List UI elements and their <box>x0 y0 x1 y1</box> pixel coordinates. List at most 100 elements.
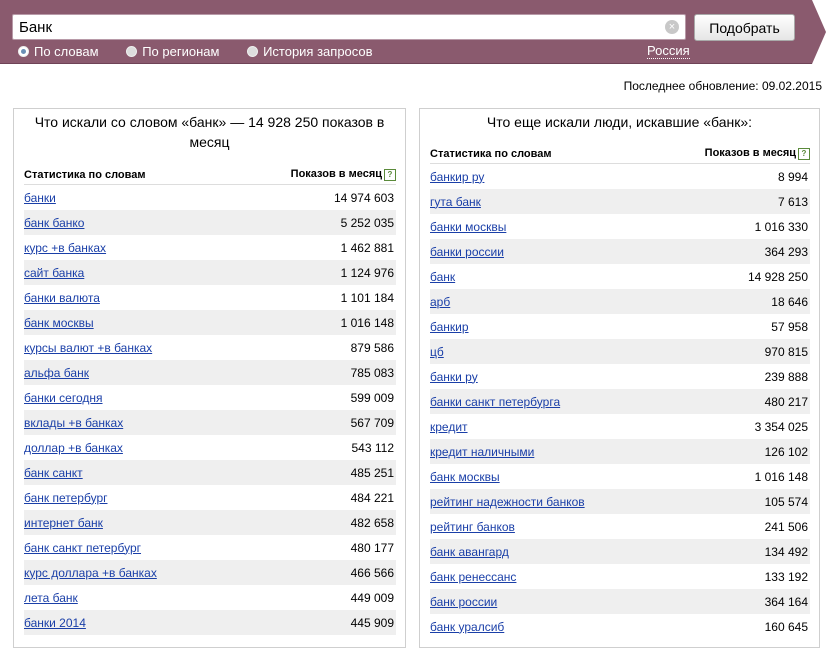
keyword-cell: альфа банк <box>24 360 232 385</box>
table-row: банкир ру 8 994 <box>430 164 810 190</box>
table-row: сайт банка 1 124 976 <box>24 260 396 285</box>
search-input[interactable] <box>19 17 659 37</box>
keyword-cell: курс +в банках <box>24 235 231 260</box>
keyword-link[interactable]: доллар +в банках <box>24 441 123 455</box>
keyword-cell: курс доллара +в банках <box>24 560 232 585</box>
keyword-link[interactable]: банки сегодня <box>24 391 103 405</box>
table-row: курс +в банках 1 462 881 <box>24 235 396 260</box>
keyword-link[interactable]: банки россии <box>430 245 504 259</box>
table-row: банк 14 928 250 <box>430 264 810 289</box>
table-row: банки россии 364 293 <box>430 239 810 264</box>
keyword-link[interactable]: банки валюта <box>24 291 100 305</box>
table-row: вклады +в банках 567 709 <box>24 410 396 435</box>
keyword-cell: гута банк <box>430 189 657 214</box>
table-row: банки валюта 1 101 184 <box>24 285 396 310</box>
table-row: банк авангард 134 492 <box>430 539 810 564</box>
keyword-link[interactable]: рейтинг надежности банков <box>430 495 585 509</box>
keyword-cell: банки валюта <box>24 285 231 310</box>
mode-by-regions[interactable]: По регионам <box>126 44 219 59</box>
count-cell: 1 016 148 <box>231 310 396 335</box>
table-row: интернет банк 482 658 <box>24 510 396 535</box>
last-update: Последнее обновление: 09.02.2015 <box>623 79 822 93</box>
mode-label: История запросов <box>263 44 373 59</box>
count-cell: 484 221 <box>350 490 394 505</box>
count-cell: 1 016 330 <box>754 219 808 234</box>
count-cell: 57 958 <box>771 319 808 334</box>
keyword-link[interactable]: банк москвы <box>24 316 94 330</box>
keyword-link[interactable]: банки москвы <box>430 220 506 234</box>
keyword-link[interactable]: кредит <box>430 420 468 434</box>
search-header: × По словам По регионам История запросов… <box>0 0 812 64</box>
keyword-cell: банк петербург <box>24 485 231 510</box>
keyword-cell: банк санкт <box>24 460 232 485</box>
region-link[interactable]: Россия <box>647 44 690 59</box>
keyword-link[interactable]: банкир <box>430 320 469 334</box>
keyword-link[interactable]: банкир ру <box>430 170 484 184</box>
keyword-link[interactable]: курсы валют +в банках <box>24 341 152 355</box>
keyword-link[interactable]: рейтинг банков <box>430 520 515 534</box>
table-row: лета банк 449 009 <box>24 585 396 610</box>
mode-label: По регионам <box>142 44 220 59</box>
keyword-link[interactable]: курс +в банках <box>24 241 106 255</box>
count-cell: 5 252 035 <box>231 210 396 235</box>
mode-history[interactable]: История запросов <box>247 44 373 59</box>
keyword-link[interactable]: банк банко <box>24 216 84 230</box>
count-cell: 241 506 <box>764 519 808 534</box>
keyword-cell: банк ренессанс <box>430 564 656 589</box>
table-row: доллар +в банках 543 112 <box>24 435 396 460</box>
keyword-link[interactable]: банк петербург <box>24 491 108 505</box>
count-cell: 105 574 <box>656 489 810 514</box>
keyword-link[interactable]: банки 2014 <box>24 616 86 630</box>
col-count-header: Показов в месяц? <box>656 144 810 164</box>
keyword-cell: банк россии <box>430 589 657 614</box>
keyword-link[interactable]: курс доллара +в банках <box>24 566 157 580</box>
count-cell: 449 009 <box>350 590 394 605</box>
count-cell: 1 016 148 <box>754 469 808 484</box>
count-cell: 466 566 <box>231 560 396 585</box>
keyword-link[interactable]: банк уралсиб <box>430 620 504 634</box>
help-icon[interactable]: ? <box>384 169 396 181</box>
search-box: × <box>12 14 686 40</box>
panel-with-word: Что искали со словом «банк» — 14 928 250… <box>13 108 406 648</box>
col-keyword-header: Статистика по словам <box>24 165 232 185</box>
keyword-link[interactable]: вклады +в банках <box>24 416 123 430</box>
mode-by-words[interactable]: По словам <box>18 44 99 59</box>
keyword-link[interactable]: банк ренессанс <box>430 570 516 584</box>
help-icon[interactable]: ? <box>798 148 810 160</box>
keyword-link[interactable]: банк санкт петербург <box>24 541 141 555</box>
keyword-link[interactable]: альфа банк <box>24 366 89 380</box>
keyword-link[interactable]: цб <box>430 345 444 359</box>
submit-button[interactable]: Подобрать <box>694 14 795 41</box>
keyword-cell: банки ру <box>430 364 656 389</box>
keyword-link[interactable]: банк авангард <box>430 545 509 559</box>
col-keyword-header: Статистика по словам <box>430 144 657 164</box>
keyword-link[interactable]: сайт банка <box>24 266 84 280</box>
keyword-link[interactable]: банки ру <box>430 370 478 384</box>
count-cell: 1 101 184 <box>340 290 394 305</box>
count-cell: 8 994 <box>777 169 808 184</box>
keyword-link[interactable]: банки санкт петербурга <box>430 395 560 409</box>
table-row: цб 970 815 <box>430 339 810 364</box>
keyword-link[interactable]: банк москвы <box>430 470 500 484</box>
count-cell: 134 492 <box>656 539 810 564</box>
keyword-cell: кредит <box>430 414 656 439</box>
count-cell: 599 009 <box>350 390 394 405</box>
keyword-link[interactable]: банк россии <box>430 595 497 609</box>
table-row: банк россии 364 164 <box>430 589 810 614</box>
table-row: банки 14 974 603 <box>24 185 396 211</box>
clear-icon[interactable]: × <box>665 20 679 34</box>
keyword-link[interactable]: интернет банк <box>24 516 103 530</box>
keyword-link[interactable]: арб <box>430 295 450 309</box>
col-keyword-label: Статистика по словам <box>24 168 146 181</box>
keyword-cell: курсы валют +в банках <box>24 335 231 360</box>
keyword-link[interactable]: кредит наличными <box>430 445 534 459</box>
count-cell: 543 112 <box>351 440 395 455</box>
keyword-link[interactable]: банки <box>24 191 56 205</box>
keyword-link[interactable]: банк санкт <box>24 466 83 480</box>
keyword-link[interactable]: лета банк <box>24 591 78 605</box>
keyword-link[interactable]: гута банк <box>430 195 481 209</box>
keyword-cell: банк москвы <box>430 464 656 489</box>
keyword-cell: банкир <box>430 314 656 339</box>
keyword-link[interactable]: банк <box>430 270 455 284</box>
count-cell: 126 102 <box>656 439 810 464</box>
